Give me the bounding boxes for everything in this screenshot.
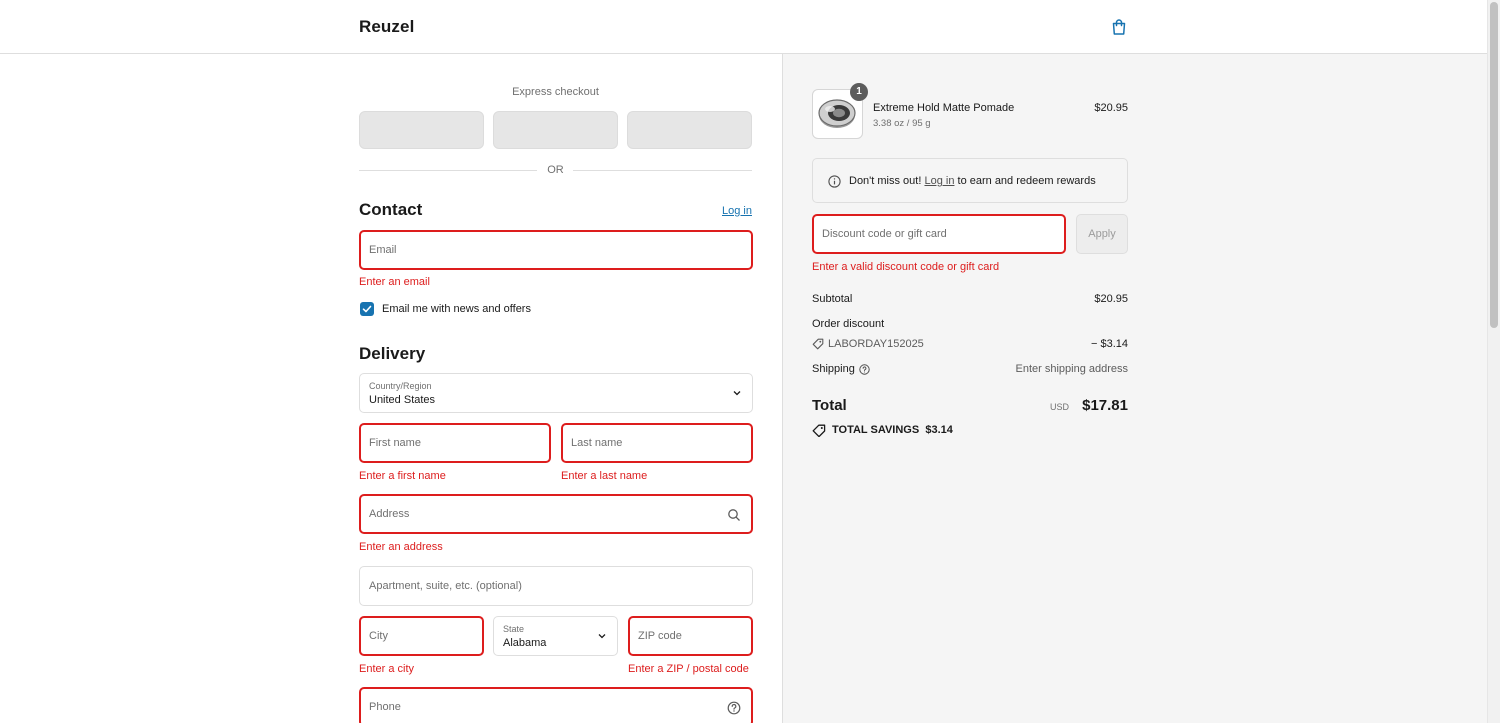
shipping-label-row: Shipping: [812, 363, 870, 375]
discount-field[interactable]: [812, 214, 1066, 254]
discount-error: Enter a valid discount code or gift card: [812, 261, 1000, 273]
phone-field[interactable]: [359, 687, 753, 723]
zip-error: Enter a ZIP / postal code: [628, 663, 749, 675]
email-field[interactable]: [359, 230, 753, 270]
phone-input[interactable]: [361, 689, 751, 723]
state-select[interactable]: State Alabama: [493, 616, 618, 656]
savings-label: TOTAL SAVINGS: [832, 424, 920, 436]
tag-icon: [812, 338, 824, 350]
search-icon: [728, 509, 740, 521]
shipping-label: Shipping: [812, 363, 855, 375]
login-link[interactable]: Log in: [722, 205, 752, 217]
address-field[interactable]: [359, 494, 753, 534]
brand-logo[interactable]: Reuzel: [359, 17, 414, 37]
discount-code: LABORDAY152025: [828, 338, 924, 350]
contact-title: Contact: [359, 200, 423, 219]
site-header: Reuzel: [0, 0, 1487, 54]
first-name-error: Enter a first name: [359, 470, 446, 482]
last-name-field[interactable]: [561, 423, 753, 463]
first-name-field[interactable]: [359, 423, 551, 463]
last-name-input[interactable]: [563, 425, 751, 461]
quantity-badge: 1: [850, 83, 868, 101]
currency-code: USD: [1050, 402, 1070, 412]
rewards-prefix: Don't miss out!: [849, 175, 922, 187]
discount-input[interactable]: [814, 216, 1064, 252]
product-price: $20.95: [1094, 102, 1128, 114]
savings-value: $3.14: [925, 424, 953, 436]
savings-text: TOTAL SAVINGS $3.14: [832, 424, 953, 436]
express-pay-button-3[interactable]: [627, 111, 752, 149]
order-discount-label: Order discount: [812, 318, 885, 330]
email-input[interactable]: [361, 232, 751, 268]
zip-input[interactable]: [630, 618, 751, 654]
order-summary-panel: [782, 54, 1487, 723]
first-name-input[interactable]: [361, 425, 549, 461]
newsletter-checkbox[interactable]: [360, 302, 374, 316]
product-variant: 3.38 oz / 95 g: [873, 118, 931, 129]
info-icon: [828, 175, 841, 188]
zip-field[interactable]: [628, 616, 753, 656]
rewards-banner: Don't miss out! Log in to earn and redee…: [812, 158, 1128, 203]
page-scrollbar[interactable]: [1487, 0, 1500, 723]
checkmark-icon: [362, 305, 372, 313]
help-icon[interactable]: [859, 364, 870, 375]
newsletter-label[interactable]: Email me with news and offers: [382, 303, 531, 315]
country-label: Country/Region: [369, 381, 432, 391]
city-field[interactable]: [359, 616, 484, 656]
city-input[interactable]: [361, 618, 482, 654]
chevron-down-icon: [598, 634, 606, 639]
express-checkout-label: Express checkout: [512, 86, 599, 98]
or-divider: OR: [359, 164, 752, 178]
total-label: Total: [812, 397, 847, 414]
apply-discount-button[interactable]: Apply: [1076, 214, 1128, 254]
last-name-error: Enter a last name: [561, 470, 648, 482]
scrollbar-thumb[interactable]: [1490, 2, 1498, 328]
country-select[interactable]: Country/Region United States: [359, 373, 753, 413]
city-error: Enter a city: [359, 663, 415, 675]
apartment-field[interactable]: [359, 566, 753, 606]
apartment-input[interactable]: [360, 567, 752, 605]
address-error: Enter an address: [359, 541, 443, 553]
divider-line-right: [573, 170, 752, 171]
country-value: United States: [369, 394, 436, 406]
total-value: $17.81: [1082, 397, 1128, 414]
shopping-bag-icon[interactable]: [1110, 18, 1128, 36]
express-pay-button-1[interactable]: [359, 111, 484, 149]
address-input[interactable]: [361, 496, 751, 532]
rewards-login-link[interactable]: Log in: [924, 175, 954, 187]
shipping-value: Enter shipping address: [1015, 363, 1128, 375]
product-name: Extreme Hold Matte Pomade: [873, 102, 1015, 114]
state-value: Alabama: [503, 637, 547, 649]
rewards-text: Don't miss out! Log in to earn and redee…: [849, 175, 1096, 187]
help-icon[interactable]: [727, 701, 741, 715]
email-error: Enter an email: [359, 276, 430, 288]
subtotal-value: $20.95: [1094, 293, 1128, 305]
delivery-title: Delivery: [359, 344, 426, 363]
state-label: State: [503, 624, 525, 634]
subtotal-label: Subtotal: [812, 293, 853, 305]
discount-value: − $3.14: [1090, 338, 1128, 350]
rewards-suffix: to earn and redeem rewards: [957, 175, 1096, 187]
chevron-down-icon: [733, 391, 741, 396]
express-pay-button-2[interactable]: [493, 111, 618, 149]
tag-icon: [812, 424, 826, 437]
